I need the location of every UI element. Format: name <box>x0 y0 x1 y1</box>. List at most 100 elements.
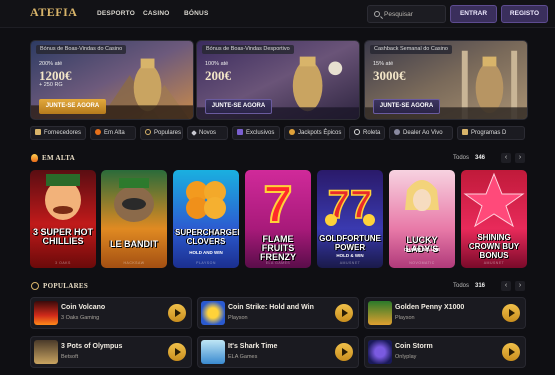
fire-icon <box>31 154 38 162</box>
join-now-button[interactable]: JUNTE-SE AGORA <box>373 99 440 114</box>
category-label: Dealer Ao Vivo <box>403 130 443 136</box>
play-icon[interactable] <box>335 343 353 361</box>
category-label: Jackpots Épicos <box>298 130 342 136</box>
banner-title: Bónus de Boas-Vindas do Casino <box>36 45 127 54</box>
game-thumbnail <box>34 301 58 325</box>
game-thumbnail <box>368 340 392 364</box>
game-artwork: 77 <box>325 182 375 228</box>
play-icon[interactable] <box>335 304 353 322</box>
game-card[interactable]: Coin Volcano 3 Oaks Gaming <box>30 297 192 329</box>
trophy-icon <box>462 129 468 135</box>
game-artwork <box>463 172 525 228</box>
game-thumbnail <box>368 301 392 325</box>
game-subtitle: CHARM DELUXE <box>403 247 441 252</box>
view-all-popular[interactable]: Todos <box>453 283 469 289</box>
category-providers[interactable]: Fornecedores <box>30 126 86 140</box>
game-provider: HACKSAW <box>123 261 145 265</box>
nav-bonus[interactable]: BÓNUS <box>184 10 208 17</box>
banner-title: Cashback Semanal do Casino <box>370 45 452 54</box>
game-provider: AMUSNET <box>483 261 505 265</box>
login-button[interactable]: ENTRAR <box>450 5 497 23</box>
category-trending[interactable]: Em Alta <box>90 126 136 140</box>
brand-logo[interactable]: ATEFIA <box>30 5 77 20</box>
game-provider: Betsoft <box>61 354 79 360</box>
game-tile[interactable]: Shining Crown Buy Bonus AMUSNET <box>461 170 527 268</box>
trending-count: 346 <box>475 155 486 161</box>
category-new[interactable]: Novos <box>187 126 228 140</box>
game-tile[interactable]: 77 Goldfortune Power HOLD & WIN AMUSNET <box>317 170 383 268</box>
game-thumbnail <box>201 340 225 364</box>
banner-amount: 3000€ <box>373 68 406 83</box>
category-popular[interactable]: Populares <box>140 126 183 140</box>
nav-casino[interactable]: CASINO <box>143 10 169 17</box>
chevron-right-icon[interactable]: › <box>515 153 525 163</box>
game-card[interactable]: Golden Penny X1000 Playson <box>364 297 526 329</box>
promo-banner-cashback[interactable]: Cashback Semanal do Casino 15% até 3000€… <box>364 40 528 120</box>
banner-extra: + 250 RG <box>39 82 63 88</box>
game-tile[interactable]: 3 Super Hot Chillies 3 OAKS <box>30 170 96 268</box>
play-icon[interactable] <box>168 304 186 322</box>
game-tile[interactable]: Lucky Lady's CHARM DELUXE NOVOMATIC <box>389 170 455 268</box>
providers-icon <box>35 129 41 135</box>
category-label: Fornecedores <box>44 130 82 136</box>
register-button[interactable]: REGISTO <box>501 5 548 23</box>
game-artwork <box>45 174 81 220</box>
game-card[interactable]: Coin Storm Onlyplay <box>364 336 526 368</box>
game-name: 3 Pots of Olympus <box>61 343 123 350</box>
game-title: Shining Crown Buy Bonus <box>468 233 520 260</box>
banner-percent: 15% até <box>373 61 394 67</box>
game-title: Flame Fruits Frenzy <box>260 234 296 262</box>
join-now-button[interactable]: JUNTE-SE AGORA <box>205 99 272 114</box>
game-tile[interactable]: Supercharged Clovers HOLD AND WIN PLAYSO… <box>173 170 239 268</box>
nav-desporto[interactable]: DESPORTO <box>97 10 135 17</box>
category-label: Exclusivos <box>246 130 275 136</box>
category-label: Programas D <box>471 130 507 136</box>
game-artwork <box>114 178 154 222</box>
fire-icon <box>95 129 101 135</box>
game-provider: ELA GAMES <box>265 261 291 265</box>
view-all-trending[interactable]: Todos <box>453 155 469 161</box>
play-icon[interactable] <box>502 343 520 361</box>
search-icon <box>374 11 380 17</box>
popular-count: 316 <box>475 283 486 289</box>
category-programs[interactable]: Programas D <box>457 126 525 140</box>
game-name: Coin Storm <box>395 343 433 350</box>
game-artwork <box>186 181 226 219</box>
category-roulette[interactable]: Roleta <box>349 126 385 140</box>
game-tile[interactable]: 7 Flame Fruits Frenzy ELA GAMES <box>245 170 311 268</box>
search-box[interactable] <box>367 5 446 23</box>
banner-amount: 200€ <box>205 68 231 83</box>
promo-banner-casino[interactable]: Bónus de Boas-Vindas do Casino 200% até … <box>30 40 194 120</box>
popular-icon <box>31 282 39 290</box>
game-card[interactable]: It's Shark Time ELA Games <box>197 336 359 368</box>
game-artwork <box>405 180 439 211</box>
game-name: It's Shark Time <box>228 343 278 350</box>
gem-icon <box>237 129 243 135</box>
category-exclusive[interactable]: Exclusivos <box>232 126 280 140</box>
banner-title: Bónus de Boas-Vindas Desportivo <box>202 45 294 54</box>
chevron-left-icon[interactable]: ‹ <box>501 281 511 291</box>
game-title: 3 Super Hot Chillies <box>32 227 93 246</box>
join-now-button[interactable]: JUNTE-SE AGORA <box>39 99 106 114</box>
game-card[interactable]: Coin Strike: Hold and Win Playson <box>197 297 359 329</box>
game-provider: NOVOMATIC <box>409 261 435 265</box>
game-tile[interactable]: Le Bandit HACKSAW <box>101 170 167 268</box>
chevron-right-icon[interactable]: › <box>515 281 525 291</box>
game-title: Goldfortune Power <box>319 234 381 252</box>
top-header: ATEFIA DESPORTO CASINO BÓNUS ENTRAR REGI… <box>0 0 555 28</box>
promo-banner-sports[interactable]: Bónus de Boas-Vindas Desportivo 100% até… <box>196 40 360 120</box>
game-title: Le Bandit <box>110 239 158 249</box>
game-card[interactable]: 3 Pots of Olympus Betsoft <box>30 336 192 368</box>
search-input[interactable] <box>384 9 444 20</box>
play-icon[interactable] <box>168 343 186 361</box>
chevron-left-icon[interactable]: ‹ <box>501 153 511 163</box>
category-live-dealer[interactable]: Dealer Ao Vivo <box>389 126 453 140</box>
game-name: Golden Penny X1000 <box>395 304 465 311</box>
section-title-popular: POPULARES <box>43 282 89 290</box>
category-jackpots[interactable]: Jackpots Épicos <box>284 126 345 140</box>
game-provider: 3 OAKS <box>55 261 71 265</box>
game-thumbnail <box>201 301 225 325</box>
play-icon[interactable] <box>502 304 520 322</box>
game-provider: Playson <box>228 315 248 321</box>
game-provider: ELA Games <box>228 354 258 360</box>
